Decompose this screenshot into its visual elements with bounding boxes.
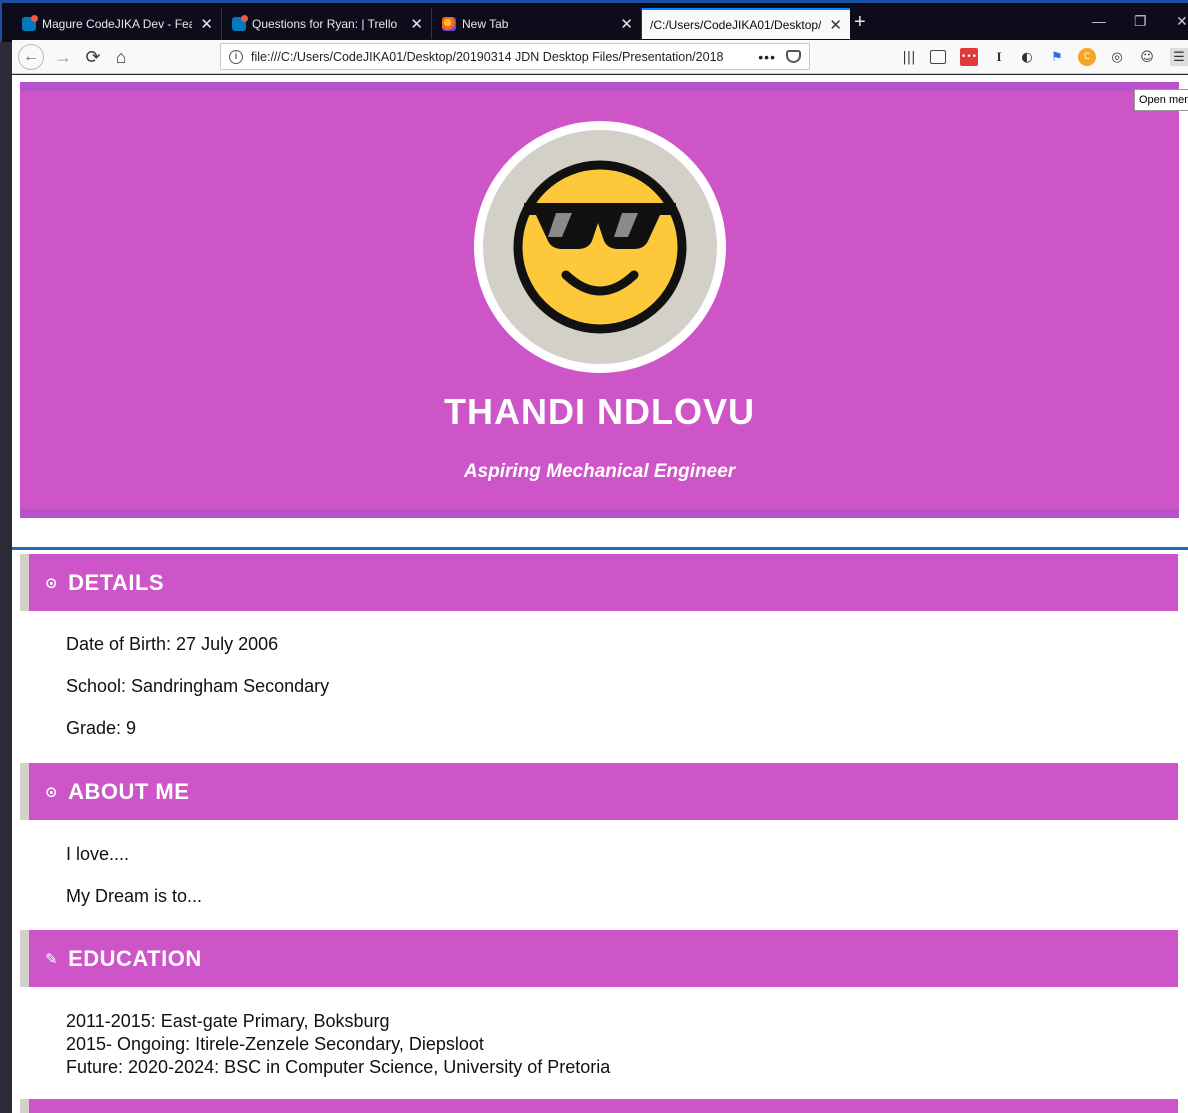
reload-button[interactable]: ⟳ — [80, 44, 106, 70]
url-text[interactable]: file:///C:/Users/CodeJIKA01/Desktop/2019… — [251, 50, 750, 64]
tooltip: Open menu — [1134, 89, 1188, 111]
circle-dot-icon: ⊙ — [45, 782, 59, 801]
navigation-bar: ← → ⟳ ⌂ i file:///C:/Users/CodeJIKA01/De… — [12, 40, 1188, 74]
education-secondary: 2015- Ongoing: Itirele-Zenzele Secondary… — [66, 1034, 484, 1054]
section-title: ABOUT ME — [68, 778, 190, 804]
tab-title: /C:/Users/CodeJIKA01/Desktop/20 — [650, 17, 822, 32]
tab-title: Questions for Ryan: | Trello — [252, 16, 398, 31]
close-icon[interactable]: ✕ — [410, 15, 423, 33]
about-dream: My Dream is to... — [66, 886, 203, 906]
profile-name: THANDI NDLOVU — [444, 391, 755, 432]
about-love: I love.... — [66, 844, 130, 864]
forward-button[interactable]: → — [50, 44, 76, 70]
section-header-education: ✎ EDUCATION — [20, 930, 1178, 987]
page-actions-menu[interactable]: ••• — [758, 49, 776, 65]
text-cursor-icon[interactable]: I — [990, 48, 1008, 66]
home-button[interactable]: ⌂ — [108, 44, 134, 70]
back-button[interactable]: ← — [18, 44, 44, 70]
section-header-next — [20, 1099, 1178, 1113]
smiling-face-with-sunglasses-icon — [513, 160, 687, 334]
sidebar-icon[interactable] — [930, 50, 946, 64]
sync-icon[interactable]: ◎ — [1108, 48, 1126, 66]
browser-window: Magure CodeJIKA Dev - Featur ✕ Questions… — [0, 0, 1188, 1113]
account-icon[interactable]: ☺ — [1138, 48, 1156, 66]
section-header-details: ⊙ DETAILS — [20, 554, 1178, 611]
profile-header: THANDI NDLOVU Aspiring Mechanical Engine… — [20, 82, 1179, 518]
extension-badge-icon[interactable]: ⚑ — [1048, 48, 1066, 66]
close-icon[interactable]: ✕ — [620, 15, 633, 33]
lastpass-icon[interactable]: ••• — [960, 48, 978, 66]
info-icon[interactable]: i — [229, 49, 243, 64]
minimize-icon[interactable]: — — [1092, 13, 1106, 29]
hamburger-menu-icon[interactable]: ☰ — [1170, 48, 1188, 66]
avatar — [474, 121, 726, 373]
new-tab-button[interactable]: + — [854, 11, 866, 34]
section-header-about: ⊙ ABOUT ME — [20, 763, 1178, 820]
education-future: Future: 2020-2024: BSC in Computer Scien… — [66, 1057, 611, 1077]
close-icon[interactable]: ✕ — [200, 15, 213, 33]
tab-active-file[interactable]: /C:/Users/CodeJIKA01/Desktop/20 ✕ — [642, 8, 850, 39]
tab-title: New Tab — [462, 16, 509, 31]
tab-strip: Magure CodeJIKA Dev - Featur ✕ Questions… — [0, 0, 1188, 42]
tab-magure[interactable]: Magure CodeJIKA Dev - Featur ✕ — [14, 8, 222, 39]
circle-dot-icon: ⊙ — [45, 573, 59, 592]
restore-icon[interactable]: ❐ — [1134, 13, 1147, 30]
tab-trello-questions[interactable]: Questions for Ryan: | Trello ✕ — [224, 8, 432, 39]
pencil-icon: ✎ — [45, 949, 59, 968]
close-window-icon[interactable]: ✕ — [1176, 13, 1188, 30]
firefox-icon — [442, 16, 456, 31]
education-primary: 2011-2015: East-gate Primary, Boksburg — [66, 1011, 390, 1031]
profile-tagline: Aspiring Mechanical Engineer — [463, 461, 736, 482]
split-divider — [12, 547, 1188, 550]
details-dob: Date of Birth: 27 July 2006 — [66, 634, 279, 654]
url-bar[interactable]: i file:///C:/Users/CodeJIKA01/Desktop/20… — [220, 43, 810, 70]
coupon-icon[interactable]: C — [1078, 48, 1096, 66]
ghostery-icon[interactable]: ◐ — [1018, 48, 1036, 66]
section-title: DETAILS — [68, 569, 165, 595]
details-grade: Grade: 9 — [66, 718, 137, 738]
trello-icon — [232, 14, 248, 31]
page-content: THANDI NDLOVU Aspiring Mechanical Engine… — [12, 75, 1188, 1113]
details-school: School: Sandringham Secondary — [66, 676, 330, 696]
tab-title: Magure CodeJIKA Dev - Featur — [42, 16, 193, 31]
pocket-icon[interactable] — [786, 50, 801, 63]
section-title: EDUCATION — [68, 945, 202, 971]
tab-new-tab[interactable]: New Tab ✕ — [434, 8, 642, 39]
trello-icon — [22, 14, 38, 31]
close-icon[interactable]: ✕ — [829, 16, 842, 34]
library-icon[interactable]: ||| — [900, 48, 918, 66]
